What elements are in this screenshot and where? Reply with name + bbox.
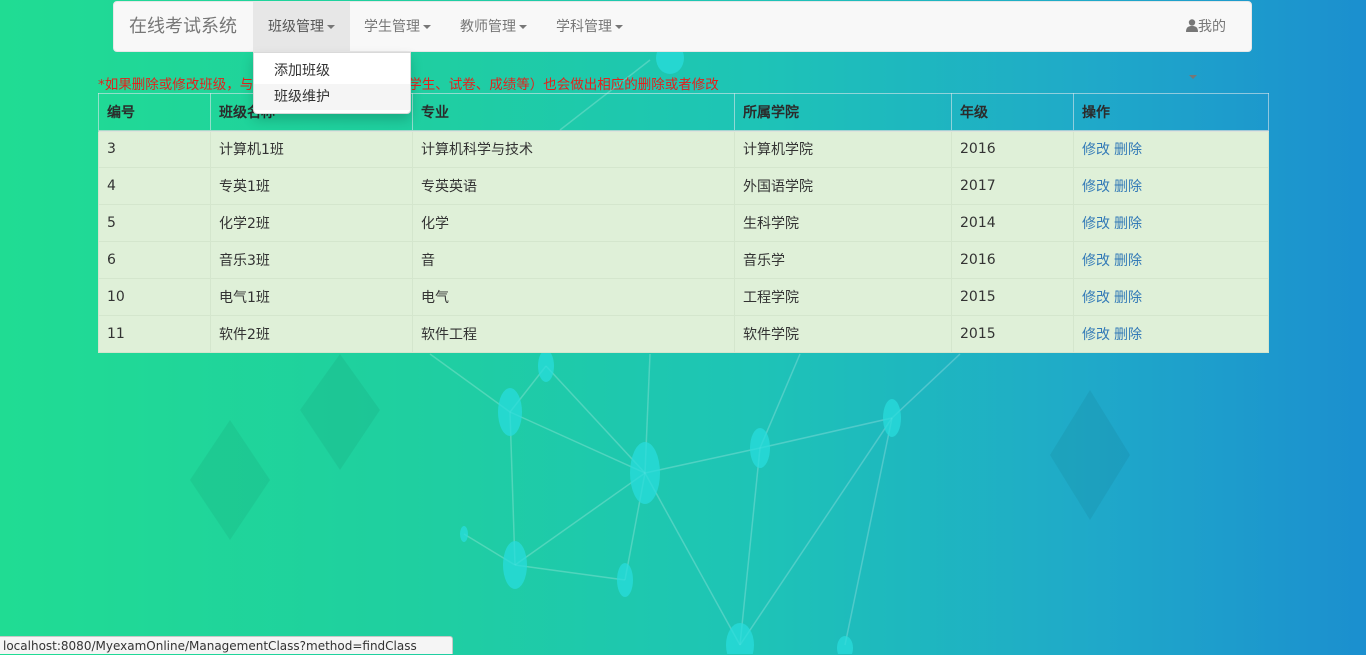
cell-class-name: 化学2班: [210, 204, 413, 242]
cell-college: 音乐学: [734, 241, 952, 279]
cell-class-name: 专英1班: [210, 167, 413, 205]
nav-class-management-label: 班级管理: [268, 19, 324, 35]
dropdown-item-class-maintenance[interactable]: 班级维护: [254, 84, 410, 110]
column-header-actions: 操作: [1073, 93, 1269, 132]
cell-grade: 2016: [951, 241, 1074, 279]
cell-major: 化学: [412, 204, 735, 242]
dropdown-item-add-class[interactable]: 添加班级: [254, 58, 410, 84]
top-navbar: 在线考试系统 班级管理 学生管理 教师管理 学科管理 我的: [113, 1, 1252, 79]
user-icon: [1186, 19, 1198, 32]
column-header-id: 编号: [98, 93, 211, 132]
cell-actions: 修改 删除: [1073, 130, 1269, 168]
edit-link[interactable]: 修改: [1082, 253, 1110, 269]
caret-down-icon: [423, 25, 431, 29]
table-row: 3 计算机1班 计算机科学与技术 计算机学院 2016 修改 删除: [98, 130, 1269, 168]
cell-actions: 修改 删除: [1073, 167, 1269, 205]
edit-link[interactable]: 修改: [1082, 179, 1110, 195]
nav-user-menu[interactable]: 我的: [1171, 2, 1251, 79]
cell-grade: 2016: [951, 130, 1074, 168]
cell-grade: 2017: [951, 167, 1074, 205]
cell-class-name: 电气1班: [210, 278, 413, 316]
delete-link[interactable]: 删除: [1114, 327, 1142, 343]
cell-id: 11: [98, 315, 211, 353]
nav-student-management[interactable]: 学生管理: [349, 2, 446, 52]
cell-major: 电气: [412, 278, 735, 316]
warning-notice-right: 班的学生、试卷、成绩等）也会做出相应的删除或者修改: [381, 77, 719, 93]
edit-link[interactable]: 修改: [1082, 142, 1110, 158]
nav-student-management-label: 学生管理: [364, 19, 420, 35]
cell-major: 音: [412, 241, 735, 279]
cell-id: 3: [98, 130, 211, 168]
cell-college: 计算机学院: [734, 130, 952, 168]
delete-link[interactable]: 删除: [1114, 290, 1142, 306]
cell-grade: 2015: [951, 278, 1074, 316]
nav-teacher-management-label: 教师管理: [460, 19, 516, 35]
nav-class-management[interactable]: 班级管理: [253, 2, 350, 52]
edit-link[interactable]: 修改: [1082, 290, 1110, 306]
warning-notice-left: *如果删除或修改班级，与: [98, 77, 254, 93]
edit-link[interactable]: 修改: [1082, 216, 1110, 232]
cell-major: 专英英语: [412, 167, 735, 205]
cell-actions: 修改 删除: [1073, 315, 1269, 353]
cell-major: 计算机科学与技术: [412, 130, 735, 168]
class-management-dropdown: 添加班级 班级维护: [253, 52, 411, 114]
caret-down-icon: [327, 25, 335, 29]
cell-major: 软件工程: [412, 315, 735, 353]
delete-link[interactable]: 删除: [1114, 179, 1142, 195]
edit-link[interactable]: 修改: [1082, 327, 1110, 343]
column-header-college: 所属学院: [734, 93, 952, 132]
table-row: 5 化学2班 化学 生科学院 2014 修改 删除: [98, 204, 1269, 242]
cell-id: 4: [98, 167, 211, 205]
table-row: 6 音乐3班 音 音乐学 2016 修改 删除: [98, 241, 1269, 279]
user-menu-label: 我的: [1198, 19, 1226, 35]
column-header-grade: 年级: [951, 93, 1074, 132]
cell-id: 10: [98, 278, 211, 316]
brand-title[interactable]: 在线考试系统: [129, 2, 237, 52]
browser-status-url: localhost:8080/MyexamOnline/ManagementCl…: [0, 636, 453, 654]
nav-teacher-management[interactable]: 教师管理: [445, 2, 542, 52]
class-table: 编号 班级名称 专业 所属学院 年级 操作 3 计算机1班 计算机科学与技术 计…: [98, 93, 1269, 353]
class-table-container: 编号 班级名称 专业 所属学院 年级 操作 3 计算机1班 计算机科学与技术 计…: [98, 93, 1269, 353]
cell-college: 工程学院: [734, 278, 952, 316]
delete-link[interactable]: 删除: [1114, 142, 1142, 158]
caret-down-icon: [519, 25, 527, 29]
cell-grade: 2014: [951, 204, 1074, 242]
cell-id: 5: [98, 204, 211, 242]
nav-subject-management-label: 学科管理: [556, 19, 612, 35]
nav-subject-management[interactable]: 学科管理: [541, 2, 638, 52]
cell-class-name: 软件2班: [210, 315, 413, 353]
column-header-major: 专业: [412, 93, 735, 132]
cell-college: 外国语学院: [734, 167, 952, 205]
delete-link[interactable]: 删除: [1114, 253, 1142, 269]
cell-actions: 修改 删除: [1073, 204, 1269, 242]
caret-down-icon: [615, 25, 623, 29]
cell-grade: 2015: [951, 315, 1074, 353]
cell-class-name: 音乐3班: [210, 241, 413, 279]
delete-link[interactable]: 删除: [1114, 216, 1142, 232]
table-row: 11 软件2班 软件工程 软件学院 2015 修改 删除: [98, 315, 1269, 353]
table-row: 4 专英1班 专英英语 外国语学院 2017 修改 删除: [98, 167, 1269, 205]
cell-id: 6: [98, 241, 211, 279]
cell-class-name: 计算机1班: [210, 130, 413, 168]
cell-actions: 修改 删除: [1073, 278, 1269, 316]
cell-college: 软件学院: [734, 315, 952, 353]
caret-down-icon: [1189, 75, 1197, 79]
table-row: 10 电气1班 电气 工程学院 2015 修改 删除: [98, 278, 1269, 316]
cell-college: 生科学院: [734, 204, 952, 242]
cell-actions: 修改 删除: [1073, 241, 1269, 279]
